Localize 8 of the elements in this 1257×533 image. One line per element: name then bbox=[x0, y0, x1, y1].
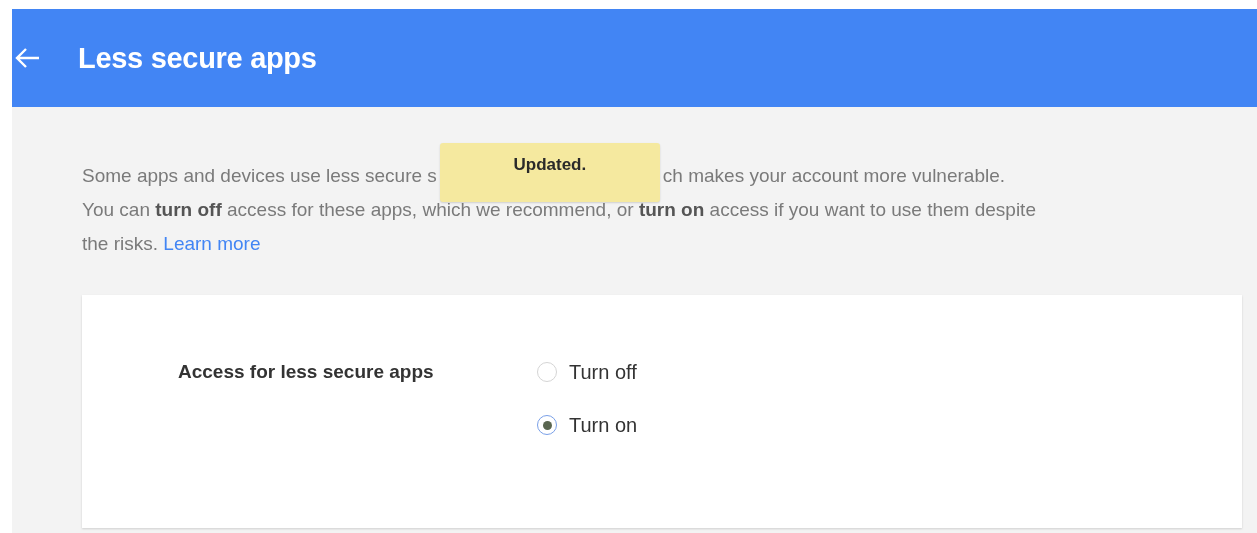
option-label[interactable]: Turn on bbox=[569, 408, 638, 442]
setting-label: Access for less secure apps bbox=[178, 360, 435, 384]
option-label[interactable]: Turn off bbox=[569, 355, 637, 389]
back-arrow-icon[interactable] bbox=[14, 47, 40, 69]
toast-message: Updated. bbox=[439, 143, 660, 202]
intro-text: ch makes your account more vulnerable. bbox=[662, 164, 1006, 188]
page-title: Less secure apps bbox=[78, 41, 317, 75]
intro-text: Some apps and devices use less secure s bbox=[82, 164, 437, 188]
